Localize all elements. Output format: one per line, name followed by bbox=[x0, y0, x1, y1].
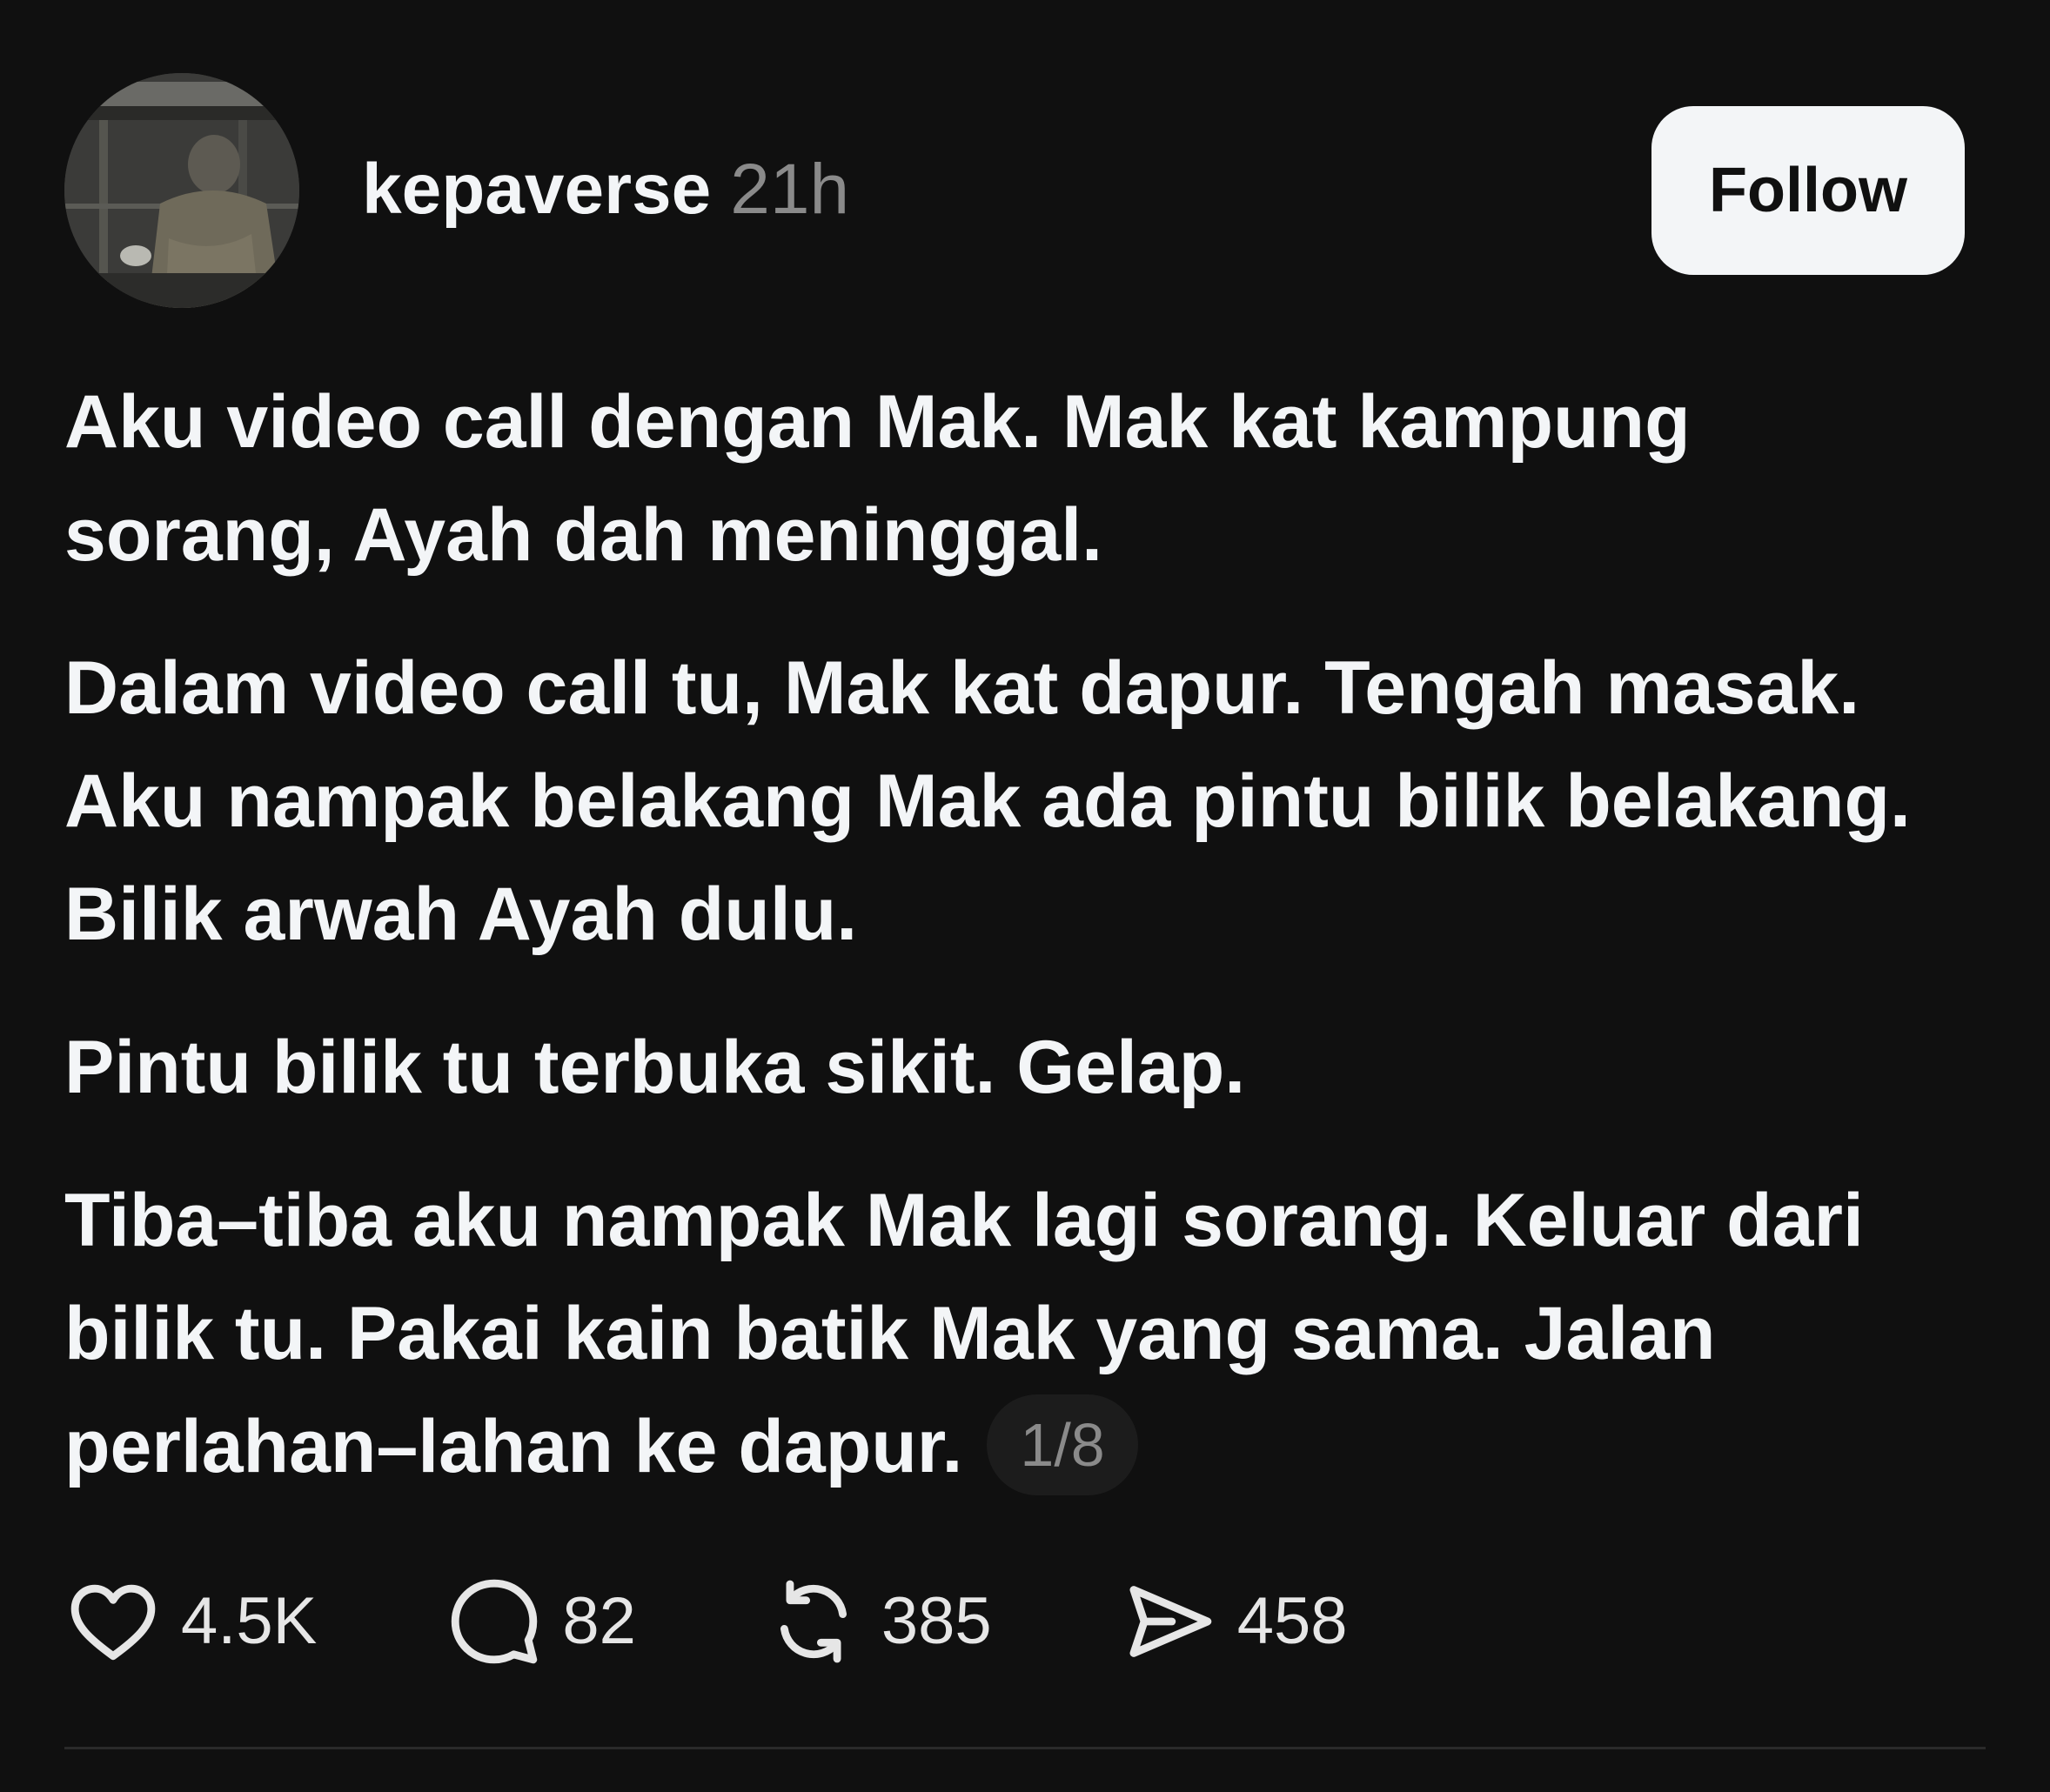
post-paragraph-text: Tiba–tiba aku nampak Mak lagi sorang. Ke… bbox=[64, 1179, 1864, 1488]
post-header: kepaverse 21h bbox=[362, 146, 849, 233]
heart-icon bbox=[70, 1584, 156, 1661]
comment-bubble-icon bbox=[452, 1579, 538, 1664]
avatar[interactable] bbox=[64, 73, 299, 308]
reply-count: 82 bbox=[562, 1584, 636, 1658]
repost-count: 385 bbox=[881, 1584, 992, 1658]
reply-button[interactable]: 82 bbox=[446, 1573, 636, 1670]
repost-button[interactable]: 385 bbox=[765, 1573, 992, 1670]
post-paragraph: Dalam video call tu, Mak kat dapur. Teng… bbox=[64, 646, 1911, 956]
username[interactable]: kepaverse bbox=[362, 150, 711, 229]
share-count: 458 bbox=[1236, 1584, 1348, 1658]
page-indicator-badge[interactable]: 1/8 bbox=[987, 1394, 1138, 1496]
post-paragraph: Pintu bilik tu terbuka sikit. Gelap. bbox=[64, 1026, 1246, 1109]
thread-post: kepaverse 21h Follow Aku video call denga… bbox=[0, 0, 2050, 1792]
like-button[interactable]: 4.5K bbox=[64, 1573, 317, 1670]
post-paragraph-last: Tiba–tiba aku nampak Mak lagi sorang. Ke… bbox=[64, 1164, 1979, 1503]
repost-icon bbox=[780, 1580, 847, 1663]
like-count: 4.5K bbox=[181, 1584, 318, 1658]
share-button[interactable]: 458 bbox=[1121, 1573, 1348, 1670]
avatar-photo bbox=[64, 73, 299, 308]
follow-button[interactable]: Follow bbox=[1651, 106, 1965, 275]
send-icon bbox=[1129, 1586, 1212, 1657]
action-bar: 4.5K 82 385 458 bbox=[64, 1573, 1348, 1670]
timestamp[interactable]: 21h bbox=[730, 150, 849, 229]
post-paragraph: Aku video call dengan Mak. Mak kat kampu… bbox=[64, 380, 1691, 577]
post-divider bbox=[64, 1747, 1986, 1749]
post-body: Aku video call dengan Mak. Mak kat kampu… bbox=[64, 365, 1979, 1503]
